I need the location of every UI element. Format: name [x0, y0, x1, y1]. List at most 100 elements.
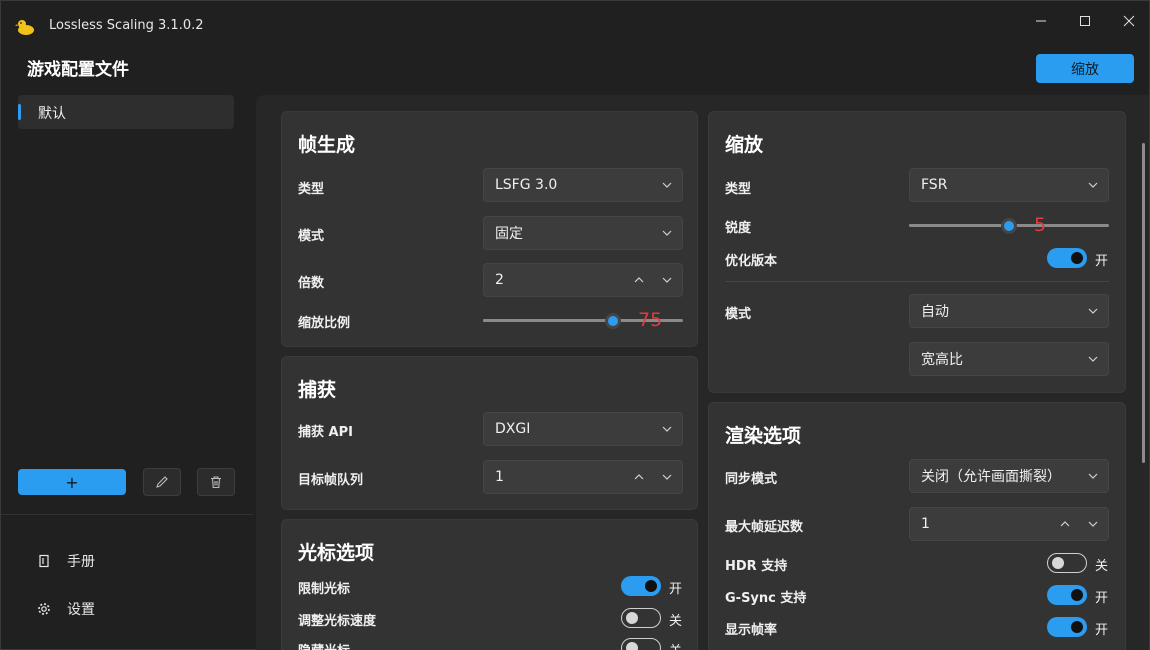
max-latency-label: 最大帧延迟数 [725, 520, 804, 535]
stepper-value: 1 [495, 469, 504, 485]
scale-button[interactable]: 缩放 [1036, 54, 1134, 83]
chevron-up-icon[interactable] [634, 472, 644, 482]
queue-target-label: 目标帧队列 [298, 473, 364, 488]
nav-item-manual[interactable]: 手册 [37, 551, 95, 571]
scaling-mode-label: 模式 [725, 307, 752, 322]
maximize-icon [1080, 16, 1090, 26]
add-profile-button[interactable]: + [18, 469, 126, 495]
gsync-toggle[interactable] [1047, 585, 1087, 605]
fg-scale-value: 75 [638, 309, 663, 331]
settings-content[interactable]: 帧生成 类型 LSFG 3.0 模式 固定 倍数 2 缩放比例 75 捕获 捕获… [256, 95, 1149, 650]
sidebar: 默认 + 手册 设置 [1, 91, 253, 650]
edit-profile-button[interactable] [143, 468, 181, 496]
scaling-type-dropdown[interactable]: FSR [909, 168, 1109, 202]
show-fps-state: 开 [1095, 623, 1109, 638]
pencil-icon [156, 476, 168, 488]
chevron-down-icon [1088, 473, 1098, 479]
queue-target-stepper[interactable]: 1 [483, 460, 683, 494]
slider-thumb[interactable] [1001, 218, 1017, 234]
close-icon [1123, 15, 1135, 27]
card-title: 帧生成 [298, 134, 356, 156]
dropdown-value: 固定 [495, 226, 523, 242]
dropdown-value: 自动 [921, 304, 949, 320]
chevron-down-icon [662, 230, 672, 236]
clip-cursor-state: 开 [669, 582, 683, 597]
minimize-icon [1036, 20, 1046, 22]
minimize-button[interactable] [1019, 7, 1063, 35]
adjust-speed-state: 关 [669, 614, 683, 629]
aspect-ratio-dropdown[interactable]: 宽高比 [909, 342, 1109, 376]
fg-multiplier-label: 倍数 [298, 276, 325, 291]
chevron-down-icon[interactable] [1088, 519, 1098, 529]
app-window: Lossless Scaling 3.1.0.2 游戏配置文件 缩放 默认 + … [0, 0, 1150, 650]
hdr-label: HDR 支持 [725, 559, 788, 574]
gsync-label: G-Sync 支持 [725, 591, 807, 606]
duck-icon [15, 20, 34, 35]
clip-cursor-label: 限制光标 [298, 582, 351, 597]
profile-item-default[interactable]: 默认 [18, 95, 234, 129]
rendering-options-card: 渲染选项 同步模式 关闭（允许画面撕裂） 最大帧延迟数 1 HDR 支持 关 G… [708, 402, 1126, 650]
slider-fill [483, 319, 613, 322]
card-title: 光标选项 [298, 542, 375, 564]
chevron-down-icon [662, 182, 672, 188]
chevron-up-icon[interactable] [1060, 519, 1070, 529]
maximize-button[interactable] [1063, 7, 1107, 35]
nav-item-label: 手册 [67, 554, 95, 570]
scaling-mode-dropdown[interactable]: 自动 [909, 294, 1109, 328]
slider-thumb[interactable] [605, 313, 621, 329]
max-latency-stepper[interactable]: 1 [909, 507, 1109, 541]
capture-api-label: 捕获 API [298, 425, 353, 440]
selection-indicator [18, 104, 21, 120]
sync-mode-dropdown[interactable]: 关闭（允许画面撕裂） [909, 459, 1109, 493]
sharpness-value: 5 [1034, 214, 1047, 236]
close-button[interactable] [1107, 7, 1150, 35]
scaling-type-label: 类型 [725, 182, 752, 197]
chevron-down-icon [662, 426, 672, 432]
fg-mode-dropdown[interactable]: 固定 [483, 216, 683, 250]
profiles-heading: 游戏配置文件 [27, 60, 129, 80]
capture-card: 捕获 捕获 API DXGI 目标帧队列 1 [281, 356, 698, 510]
card-title: 渲染选项 [725, 425, 802, 447]
frame-generation-card: 帧生成 类型 LSFG 3.0 模式 固定 倍数 2 缩放比例 75 [281, 111, 698, 347]
fg-type-dropdown[interactable]: LSFG 3.0 [483, 168, 683, 202]
cursor-options-card: 光标选项 限制光标 开 调整光标速度 关 隐藏光标 关 [281, 519, 698, 650]
optimized-state: 开 [1095, 254, 1109, 269]
dropdown-value: 宽高比 [921, 352, 963, 368]
optimized-toggle[interactable] [1047, 248, 1087, 268]
chevron-down-icon [1088, 308, 1098, 314]
profile-item-label: 默认 [38, 106, 66, 122]
stepper-value: 1 [921, 516, 930, 532]
nav-item-settings[interactable]: 设置 [37, 599, 95, 619]
scaling-card: 缩放 类型 FSR 锐度 5 优化版本 开 模式 自动 宽高比 [708, 111, 1126, 393]
dropdown-value: 关闭（允许画面撕裂） [921, 469, 1061, 485]
fg-type-label: 类型 [298, 182, 325, 197]
nav-item-label: 设置 [67, 602, 95, 618]
capture-api-dropdown[interactable]: DXGI [483, 412, 683, 446]
title-bar[interactable]: Lossless Scaling 3.1.0.2 [1, 1, 1150, 47]
sharpness-slider[interactable] [909, 218, 1109, 234]
chevron-down-icon[interactable] [662, 275, 672, 285]
dropdown-value: DXGI [495, 421, 531, 437]
show-fps-toggle[interactable] [1047, 617, 1087, 637]
slider-fill [909, 224, 1009, 227]
fg-multiplier-stepper[interactable]: 2 [483, 263, 683, 297]
show-fps-label: 显示帧率 [725, 623, 778, 638]
chevron-up-icon[interactable] [634, 275, 644, 285]
hide-cursor-state: 关 [669, 640, 682, 650]
adjust-speed-toggle[interactable] [621, 608, 661, 628]
hdr-toggle[interactable] [1047, 553, 1087, 573]
fg-scale-label: 缩放比例 [298, 316, 351, 331]
card-title: 捕获 [298, 379, 337, 401]
hide-cursor-toggle[interactable] [621, 638, 661, 650]
chevron-down-icon[interactable] [662, 472, 672, 482]
hide-cursor-label: 隐藏光标 [298, 640, 350, 650]
clip-cursor-toggle[interactable] [621, 576, 661, 596]
optimized-label: 优化版本 [725, 254, 778, 269]
content-scrollbar[interactable] [1142, 143, 1145, 463]
delete-profile-button[interactable] [197, 468, 235, 496]
dropdown-value: LSFG 3.0 [495, 177, 558, 193]
sync-mode-label: 同步模式 [725, 472, 778, 487]
gear-icon [38, 603, 50, 615]
fg-mode-label: 模式 [298, 229, 325, 244]
book-icon [39, 554, 49, 568]
